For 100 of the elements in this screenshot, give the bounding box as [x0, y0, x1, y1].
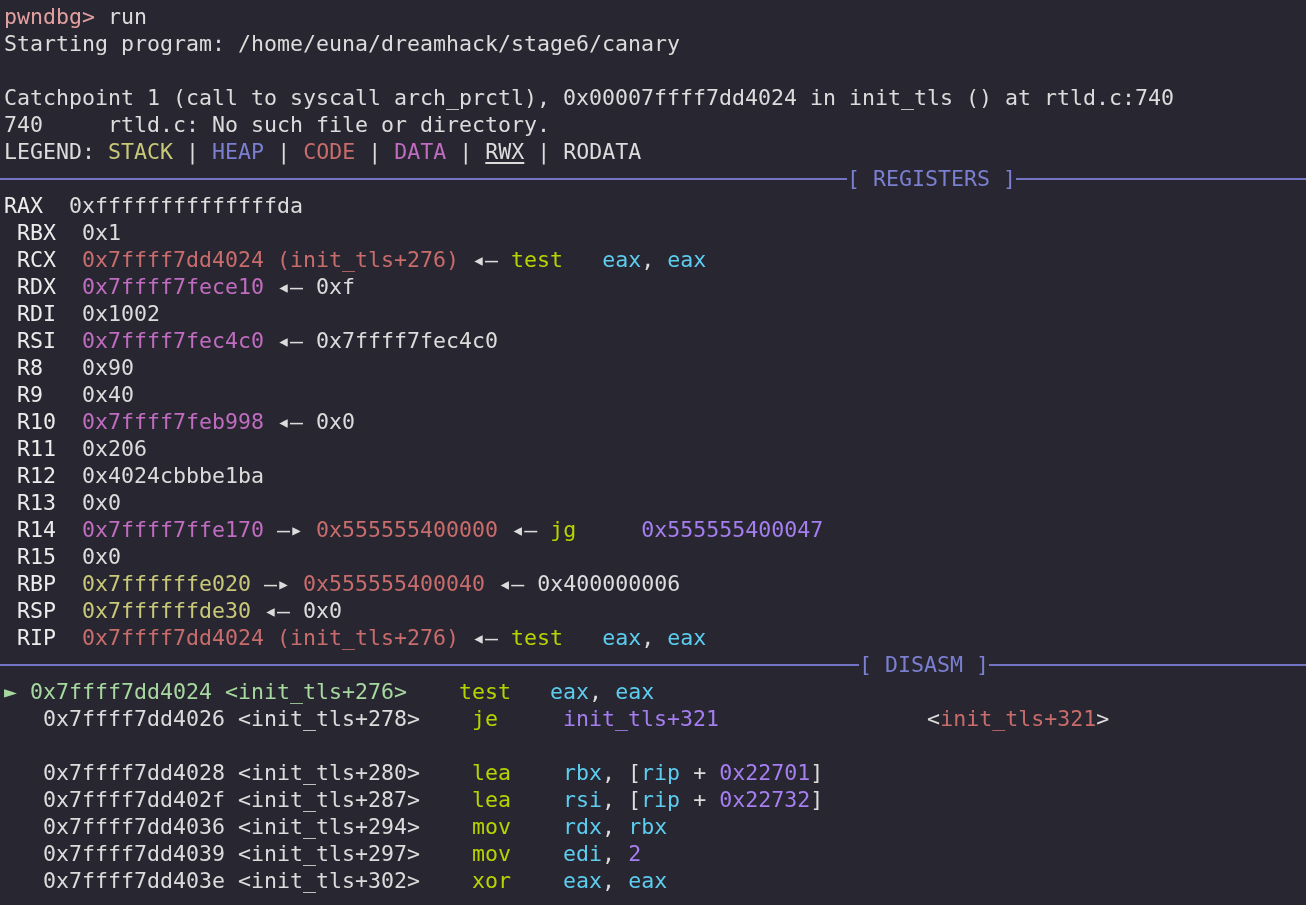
rwx-text: RWX	[485, 139, 525, 164]
output-text: 0x0	[316, 409, 356, 434]
output-text: ]	[810, 760, 824, 785]
operand-register: eax	[667, 247, 707, 272]
operand-register: rsi	[563, 787, 603, 812]
output-text: ◂—	[511, 517, 538, 542]
code-text: 0x7ffff7dd4024 (init_tls+276)	[82, 625, 460, 650]
immediate-value: 0x22732	[719, 787, 811, 812]
stack-text: 0x7ffffffde30	[82, 598, 252, 623]
section-title: [ DISASM ]	[859, 651, 989, 678]
operand-register: eax	[563, 868, 603, 893]
prompt: pwndbg>	[4, 4, 95, 29]
code-text: 0x555555400040	[303, 571, 486, 596]
register-name: R14	[17, 517, 57, 542]
output-text: ◂—	[277, 328, 304, 353]
output-text: 0x0	[82, 490, 122, 515]
operand-register: rbx	[563, 760, 603, 785]
output-text: ◂—	[264, 598, 291, 623]
register-name: RCX	[17, 247, 57, 272]
immediate-value: 0x22701	[719, 760, 811, 785]
code-text: 0x7ffff7dd4024 (init_tls+276)	[82, 247, 460, 272]
output-text: |	[459, 139, 473, 164]
output-text: , [	[602, 787, 642, 812]
output-text: 0x4024cbbbe1ba	[82, 463, 265, 488]
output-text: +	[693, 787, 707, 812]
output-text: ,	[602, 868, 616, 893]
code-text: CODE	[303, 139, 356, 164]
output-text: ,	[641, 247, 655, 272]
register-name: RBP	[17, 571, 57, 596]
output-text: ,	[602, 814, 616, 839]
immediate-value: 2	[628, 841, 642, 866]
operand-register: eax	[615, 679, 655, 704]
data-text: DATA	[394, 139, 447, 164]
output-text: 0x40	[82, 382, 135, 407]
output-text: 0x7ffff7dd4039 <init_tls+297>	[43, 841, 421, 866]
data-text: 0x7ffff7ffe170	[82, 517, 265, 542]
operand-register: eax	[667, 625, 707, 650]
output-text: <	[927, 706, 941, 731]
section-title: [ REGISTERS ]	[847, 165, 1016, 192]
current-instruction: ►	[4, 679, 17, 704]
register-name: R10	[17, 409, 57, 434]
operand-register: eax	[628, 868, 668, 893]
register-name: R15	[17, 544, 57, 569]
output-text: 0x0	[82, 544, 122, 569]
operand-register: rbx	[628, 814, 668, 839]
output-text: , [	[602, 760, 642, 785]
output-text: 0x7ffff7dd4028 <init_tls+280>	[43, 760, 421, 785]
output-text: >	[1096, 706, 1110, 731]
register-name: R12	[17, 463, 57, 488]
output-text: 0x1002	[82, 301, 161, 326]
output-text: 0x206	[82, 436, 148, 461]
instruction-mnemonic: je	[472, 706, 499, 731]
instruction-mnemonic: mov	[472, 814, 512, 839]
output-text: 0xf	[316, 274, 356, 299]
code-text: 0x555555400000	[316, 517, 499, 542]
data-text: 0x7ffff7feb998	[82, 409, 265, 434]
operand-register: eax	[602, 247, 642, 272]
output-text: 0x0	[303, 598, 343, 623]
output-text: 0x90	[82, 355, 135, 380]
output-text: |	[277, 139, 291, 164]
instruction-mnemonic: mov	[472, 841, 512, 866]
register-name: RSI	[17, 328, 57, 353]
output-text: 0x7ffff7dd4026 <init_tls+278>	[43, 706, 421, 731]
instruction-mnemonic: xor	[472, 868, 512, 893]
output-text: RODATA	[563, 139, 642, 164]
output-text: 0x400000006	[537, 571, 681, 596]
output-text: ,	[602, 841, 616, 866]
output-text: LEGEND:	[4, 139, 95, 164]
output-text: —▸	[264, 571, 291, 596]
register-name: RSP	[17, 598, 57, 623]
register-name: R11	[17, 436, 57, 461]
immediate-value: init_tls+321	[563, 706, 720, 731]
output-text: Catchpoint 1 (call to syscall arch_prctl), 0x00007ffff7dd4024 in init_tls () at rtld.c:740	[4, 85, 1175, 110]
register-name: R13	[17, 490, 57, 515]
output-text: ◂—	[498, 571, 525, 596]
register-name: R8	[17, 355, 44, 380]
output-text: ◂—	[277, 274, 304, 299]
data-text: 0x7ffff7fec4c0	[82, 328, 265, 353]
register-name: R9	[17, 382, 44, 407]
instruction-mnemonic: test	[459, 679, 512, 704]
output-text: 0x7ffff7dd403e <init_tls+302>	[43, 868, 421, 893]
output-text: +	[693, 760, 707, 785]
instruction-mnemonic: test	[511, 625, 564, 650]
register-name: RIP	[17, 625, 57, 650]
output-text: ]	[810, 787, 824, 812]
output-text: |	[537, 139, 551, 164]
output-text: run	[108, 4, 148, 29]
register-name: RBX	[17, 220, 57, 245]
output-text: 0x7ffff7dd4036 <init_tls+294>	[43, 814, 421, 839]
output-text: 0x1	[82, 220, 122, 245]
register-name: RDI	[17, 301, 57, 326]
output-text: ◂—	[472, 247, 499, 272]
stack-text: STACK	[108, 139, 174, 164]
output-text: |	[368, 139, 382, 164]
operand-register: rip	[641, 760, 681, 785]
stack-text: 0x7ffffffe020	[82, 571, 252, 596]
output-text: 0xffffffffffffffda	[69, 193, 304, 218]
instruction-mnemonic: lea	[472, 787, 512, 812]
register-name: RAX	[4, 193, 43, 218]
instruction-mnemonic: jg	[550, 517, 577, 542]
